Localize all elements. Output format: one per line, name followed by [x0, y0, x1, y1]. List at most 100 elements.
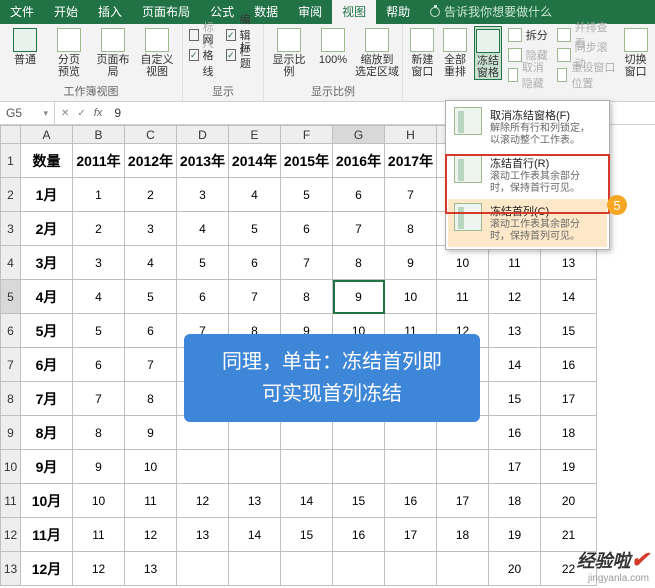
col-header[interactable]: B: [73, 126, 125, 144]
table-cell[interactable]: 14: [489, 348, 541, 382]
view-normal-button[interactable]: 普通: [6, 26, 44, 66]
table-cell[interactable]: 17: [385, 518, 437, 552]
unhide-button[interactable]: 取消隐藏: [508, 66, 552, 84]
row-header[interactable]: 8: [1, 382, 21, 416]
table-cell[interactable]: 13: [229, 484, 281, 518]
table-cell[interactable]: 15: [541, 314, 597, 348]
table-cell[interactable]: 18: [541, 416, 597, 450]
view-custom-button[interactable]: 自定义视图: [138, 26, 176, 78]
row-header[interactable]: 1: [1, 144, 21, 178]
table-cell[interactable]: 16: [385, 484, 437, 518]
table-cell[interactable]: 20: [541, 484, 597, 518]
table-cell[interactable]: 11: [125, 484, 177, 518]
table-cell[interactable]: 4: [125, 246, 177, 280]
tab-insert[interactable]: 插入: [88, 0, 132, 24]
table-cell[interactable]: [333, 552, 385, 586]
table-cell[interactable]: 4: [229, 178, 281, 212]
table-cell[interactable]: 12: [73, 552, 125, 586]
row-header[interactable]: 11: [1, 484, 21, 518]
tab-file[interactable]: 文件: [0, 0, 44, 24]
table-cell[interactable]: 4: [177, 212, 229, 246]
row-header[interactable]: 10: [1, 450, 21, 484]
name-box[interactable]: G5: [0, 102, 55, 124]
fx-icon[interactable]: fx: [94, 107, 103, 119]
row-header[interactable]: 2: [1, 178, 21, 212]
table-cell[interactable]: 17: [541, 382, 597, 416]
table-cell[interactable]: 14: [281, 484, 333, 518]
table-cell[interactable]: 6月: [21, 348, 73, 382]
table-cell[interactable]: 7: [333, 212, 385, 246]
table-cell[interactable]: 6: [333, 178, 385, 212]
table-cell[interactable]: 10: [125, 450, 177, 484]
table-cell[interactable]: 13: [489, 314, 541, 348]
table-cell[interactable]: 8: [385, 212, 437, 246]
table-cell[interactable]: 19: [541, 450, 597, 484]
table-cell[interactable]: [333, 450, 385, 484]
table-cell[interactable]: 6: [125, 314, 177, 348]
col-header[interactable]: D: [177, 126, 229, 144]
row-header[interactable]: 12: [1, 518, 21, 552]
table-cell[interactable]: 3: [73, 246, 125, 280]
tab-view[interactable]: 视图: [332, 0, 376, 24]
table-cell[interactable]: 9: [125, 416, 177, 450]
table-cell[interactable]: 12: [125, 518, 177, 552]
col-header[interactable]: A: [21, 126, 73, 144]
table-cell[interactable]: 2016年: [333, 144, 385, 178]
table-cell[interactable]: 16: [489, 416, 541, 450]
table-cell[interactable]: [229, 552, 281, 586]
table-cell[interactable]: 18: [437, 518, 489, 552]
freeze-first-col-item[interactable]: 冻结首列(C)滚动工作表其余部分 时，保持首列可见。: [448, 199, 607, 247]
table-cell[interactable]: 5月: [21, 314, 73, 348]
table-cell[interactable]: 8: [73, 416, 125, 450]
table-cell[interactable]: 12: [489, 280, 541, 314]
col-header[interactable]: C: [125, 126, 177, 144]
table-cell[interactable]: 14: [541, 280, 597, 314]
table-cell[interactable]: 10: [385, 280, 437, 314]
row-header[interactable]: 9: [1, 416, 21, 450]
show-gridlines-checkbox[interactable]: ✓网格线: [189, 46, 220, 64]
switch-window-button[interactable]: 切换窗口: [622, 26, 649, 78]
table-cell[interactable]: 7: [125, 348, 177, 382]
table-cell[interactable]: 9月: [21, 450, 73, 484]
table-cell[interactable]: 2011年: [73, 144, 125, 178]
table-cell[interactable]: 1月: [21, 178, 73, 212]
table-cell[interactable]: 6: [281, 212, 333, 246]
col-header[interactable]: H: [385, 126, 437, 144]
table-cell[interactable]: 9: [385, 246, 437, 280]
table-cell[interactable]: [437, 450, 489, 484]
zoom-selection-button[interactable]: 缩放到 选定区域: [358, 26, 396, 78]
table-cell[interactable]: [177, 450, 229, 484]
table-cell[interactable]: 12月: [21, 552, 73, 586]
view-pagelayout-button[interactable]: 页面布局: [94, 26, 132, 78]
table-cell[interactable]: 3月: [21, 246, 73, 280]
table-cell[interactable]: 16: [333, 518, 385, 552]
table-cell[interactable]: 2015年: [281, 144, 333, 178]
table-cell[interactable]: [281, 552, 333, 586]
tab-review[interactable]: 审阅: [288, 0, 332, 24]
table-cell[interactable]: 7月: [21, 382, 73, 416]
table-cell[interactable]: 11月: [21, 518, 73, 552]
new-window-button[interactable]: 新建窗口: [409, 26, 436, 78]
unfreeze-panes-item[interactable]: 取消冻结窗格(F)解除所有行和列锁定， 以滚动整个工作表。: [448, 103, 607, 151]
view-preview-button[interactable]: 分页 预览: [50, 26, 88, 78]
col-header[interactable]: F: [281, 126, 333, 144]
row-header[interactable]: 6: [1, 314, 21, 348]
table-cell[interactable]: [385, 552, 437, 586]
table-cell[interactable]: 5: [177, 246, 229, 280]
tab-help[interactable]: 帮助: [376, 0, 420, 24]
show-headings-checkbox[interactable]: ✓标题: [226, 46, 257, 64]
table-cell[interactable]: 6: [73, 348, 125, 382]
table-cell[interactable]: 5: [125, 280, 177, 314]
zoom-button[interactable]: 显示比例: [270, 26, 308, 78]
table-cell[interactable]: 18: [489, 484, 541, 518]
row-header[interactable]: 4: [1, 246, 21, 280]
table-cell[interactable]: 5: [229, 212, 281, 246]
table-cell[interactable]: 8: [281, 280, 333, 314]
table-cell[interactable]: 19: [489, 518, 541, 552]
table-cell[interactable]: 15: [333, 484, 385, 518]
freeze-top-row-item[interactable]: 冻结首行(R)滚动工作表其余部分 时，保持首行可见。: [448, 151, 607, 199]
table-cell[interactable]: 2: [125, 178, 177, 212]
table-cell[interactable]: 2: [73, 212, 125, 246]
table-cell[interactable]: 2月: [21, 212, 73, 246]
table-cell[interactable]: 11: [73, 518, 125, 552]
